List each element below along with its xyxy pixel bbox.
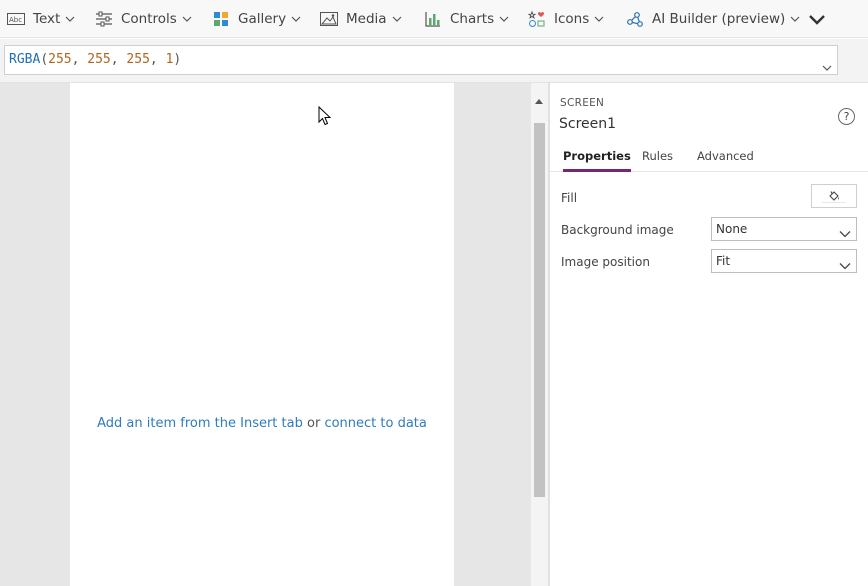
charts-icon — [424, 10, 442, 28]
ai-builder-icon — [626, 10, 644, 28]
controls-icon — [95, 10, 113, 28]
gallery-icon — [212, 10, 230, 28]
toolbar-ai-builder-button[interactable]: AI Builder (preview) — [626, 0, 800, 38]
toolbar-controls-label: Controls — [121, 11, 177, 27]
chevron-down-icon — [291, 16, 301, 22]
formula-bar-area: RGBA(255, 255, 255, 1) — [0, 39, 868, 83]
toolbar-controls-button[interactable]: Controls — [95, 0, 192, 38]
formula-close-paren: ) — [173, 52, 182, 67]
chevron-down-icon — [182, 16, 192, 22]
image-position-label: Image position — [561, 255, 650, 269]
formula-function: RGBA — [9, 52, 41, 67]
scroll-up-arrow-icon[interactable] — [535, 89, 543, 108]
chevron-down-icon — [808, 10, 826, 29]
more-commands-button[interactable] — [806, 9, 828, 29]
media-icon — [320, 10, 338, 28]
image-position-value: Fit — [716, 254, 731, 268]
chevron-down-icon — [499, 16, 509, 22]
formula-input[interactable]: RGBA(255, 255, 255, 1) — [4, 45, 838, 75]
canvas-vertical-scrollbar[interactable] — [531, 83, 548, 586]
connect-to-data-link[interactable]: connect to data — [324, 416, 426, 431]
toolbar-charts-label: Charts — [450, 11, 495, 27]
background-image-label: Background image — [561, 223, 674, 237]
formula-arg-red: 255 — [48, 52, 72, 67]
text-label-icon: Abc — [7, 10, 25, 28]
toolbar-charts-button[interactable]: Charts — [424, 0, 509, 38]
properties-tabs: Properties Rules Advanced — [550, 143, 868, 172]
chevron-down-icon — [839, 255, 851, 277]
fill-color-picker[interactable] — [811, 184, 857, 208]
fill-color-swatch — [822, 202, 846, 204]
toolbar-icons-label: Icons — [554, 11, 590, 27]
mouse-cursor-icon — [318, 105, 332, 130]
formula-arg-green: 255 — [87, 52, 111, 67]
toolbar-icons-button[interactable]: Icons — [528, 0, 604, 38]
control-type-label: SCREEN — [560, 97, 605, 109]
tab-rules[interactable]: Rules — [642, 149, 673, 171]
tab-advanced[interactable]: Advanced — [697, 149, 754, 171]
fill-label: Fill — [561, 191, 578, 205]
toolbar-media-label: Media — [346, 11, 387, 27]
toolbar-text-button[interactable]: Abc Text — [7, 0, 75, 38]
formula-comma: , — [149, 52, 166, 67]
help-icon[interactable]: ? — [838, 108, 855, 125]
chevron-down-icon — [594, 16, 604, 22]
toolbar-ai-builder-label: AI Builder (preview) — [652, 11, 786, 27]
or-text: or — [302, 416, 325, 431]
screen-canvas[interactable]: Add an item from the Insert tab or conne… — [70, 83, 454, 586]
toolbar-gallery-button[interactable]: Gallery — [212, 0, 301, 38]
toolbar-text-label: Text — [33, 11, 61, 27]
control-name[interactable]: Screen1 — [559, 116, 616, 132]
toolbar-gallery-label: Gallery — [238, 11, 287, 27]
insert-toolbar: Abc Text Controls Gallery Media Charts I… — [0, 0, 868, 38]
svg-text:Abc: Abc — [9, 16, 22, 24]
formula-comma: , — [110, 52, 127, 67]
properties-panel: SCREEN Screen1 ? Properties Rules Advanc… — [550, 83, 868, 586]
chevron-down-icon — [392, 16, 402, 22]
background-image-dropdown[interactable]: None — [711, 217, 857, 241]
insert-tab-link[interactable]: Add an item from the Insert tab — [97, 416, 303, 431]
empty-screen-message: Add an item from the Insert tab or conne… — [70, 416, 454, 431]
formula-open-paren: ( — [40, 52, 49, 67]
image-position-dropdown[interactable]: Fit — [711, 249, 857, 273]
tab-properties[interactable]: Properties — [563, 149, 631, 172]
canvas-area: Add an item from the Insert tab or conne… — [0, 83, 531, 586]
formula-comma: , — [71, 52, 88, 67]
toolbar-media-button[interactable]: Media — [320, 0, 402, 38]
chevron-down-icon — [65, 16, 75, 22]
chevron-down-icon — [839, 223, 851, 245]
background-image-value: None — [716, 222, 748, 236]
chevron-down-icon — [790, 16, 800, 22]
formula-arg-blue: 255 — [126, 52, 150, 67]
expand-formula-chevron-icon[interactable] — [822, 56, 862, 75]
scrollbar-thumb[interactable] — [534, 123, 545, 497]
icons-icon — [528, 10, 546, 28]
